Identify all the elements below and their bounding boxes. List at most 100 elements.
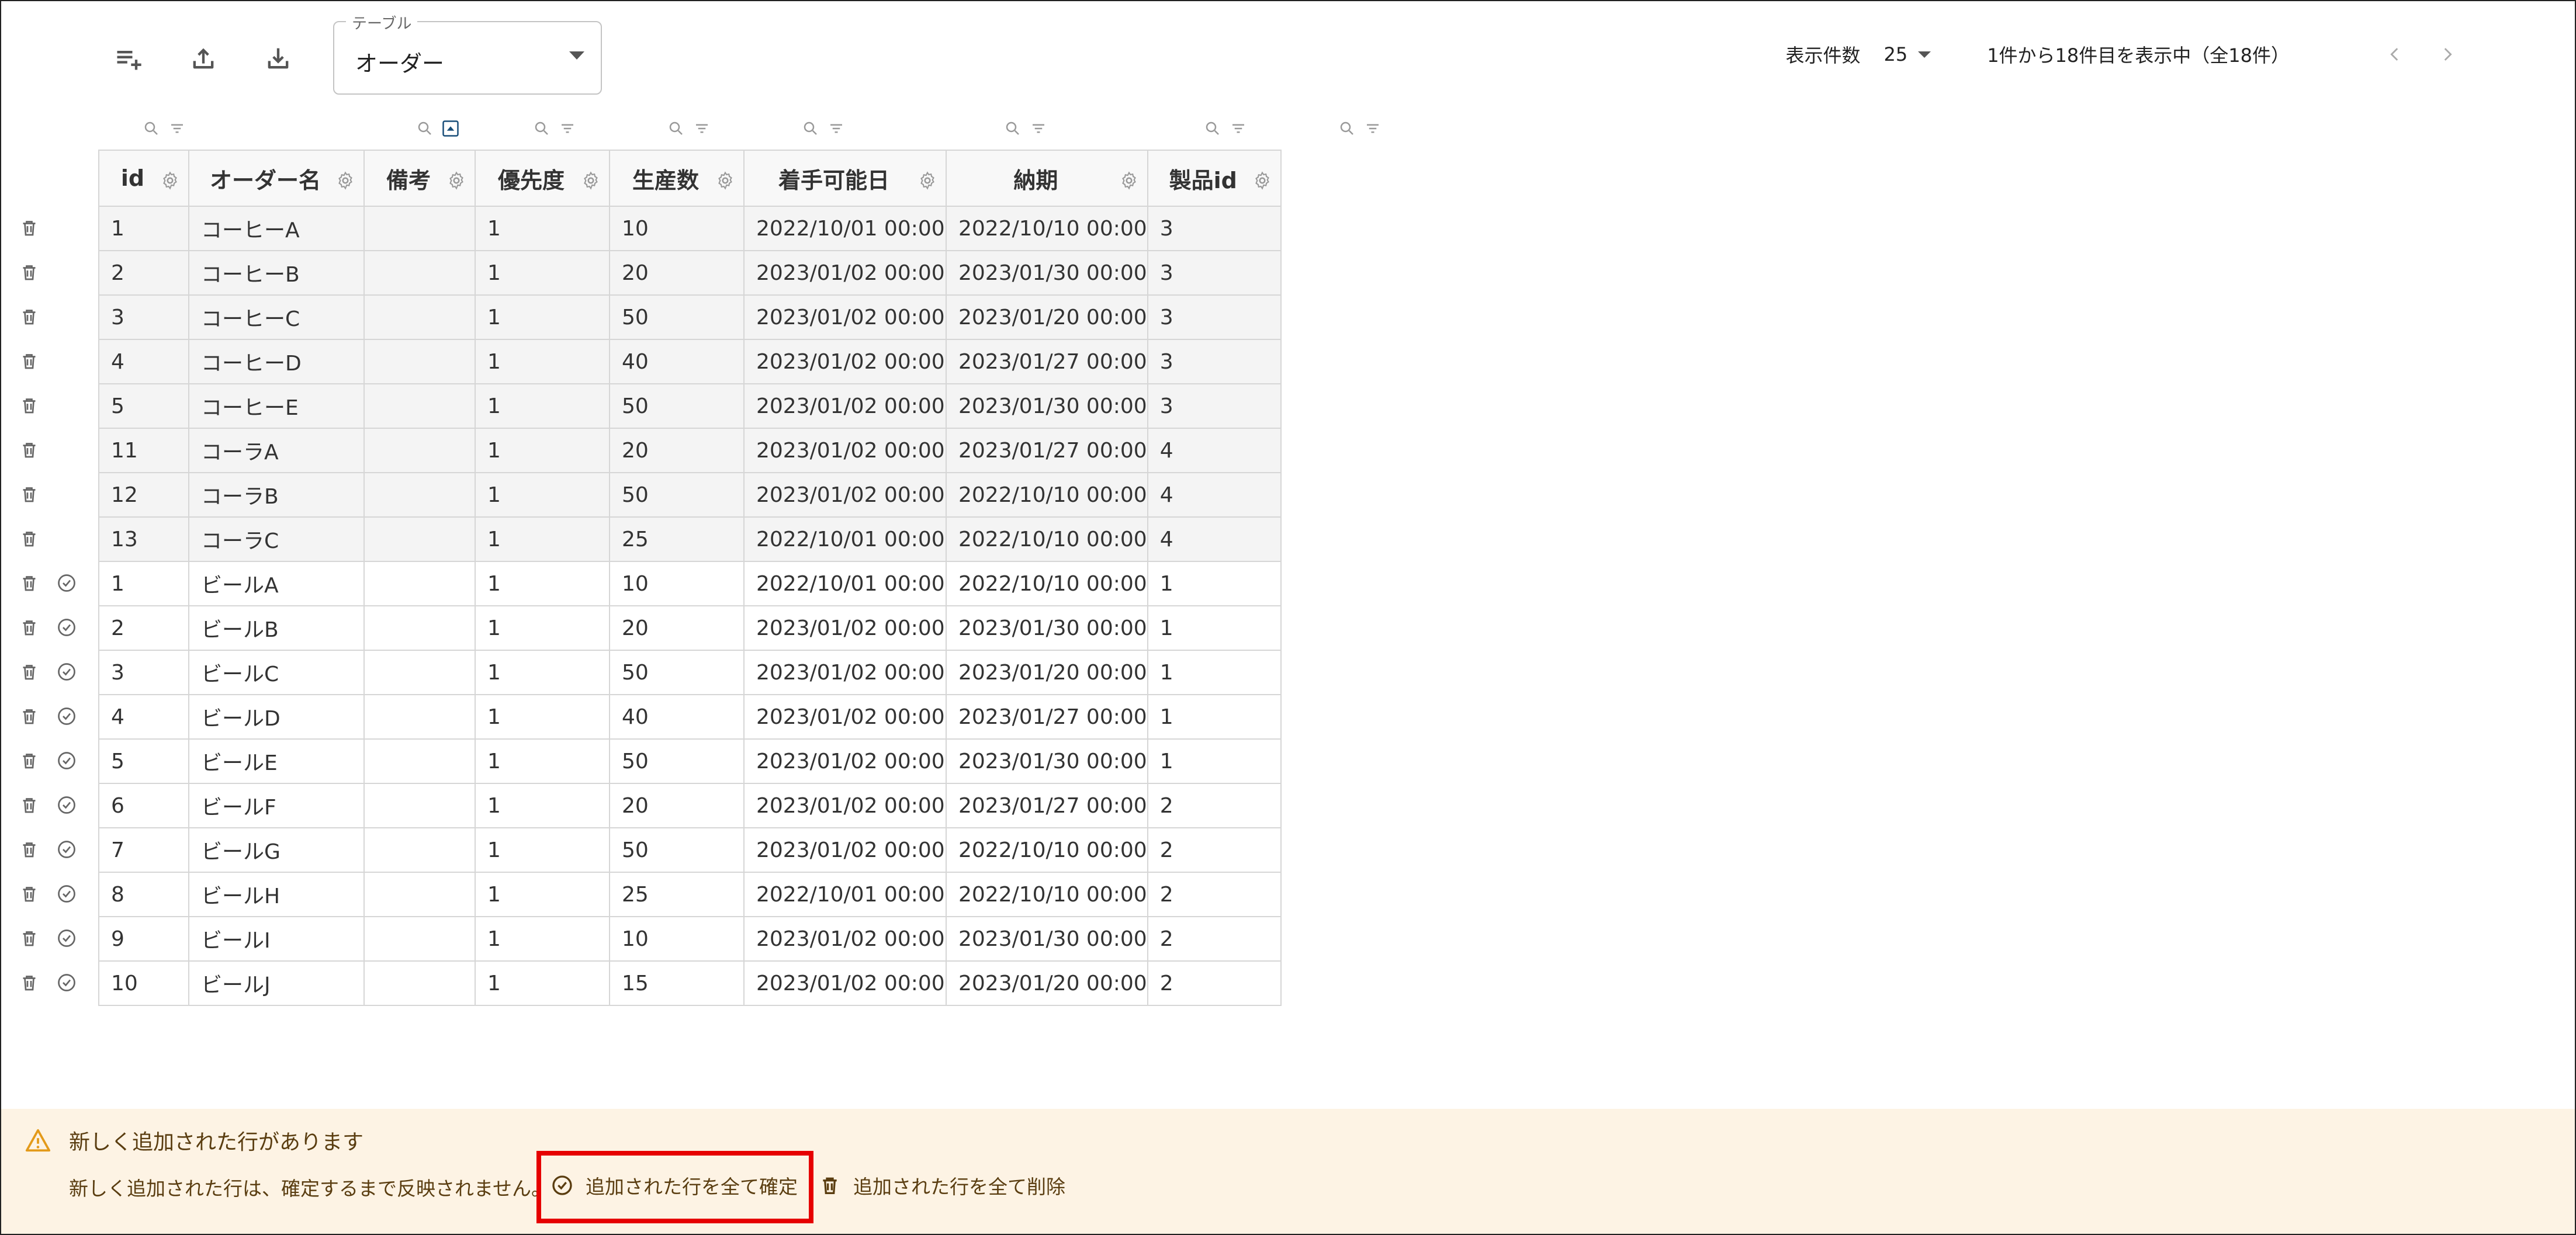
cell-priority[interactable]: 1 [475,383,610,429]
cell-priority[interactable]: 1 [475,428,610,473]
confirm-row-button[interactable] [55,616,78,639]
cell-product-id[interactable]: 3 [1147,206,1282,251]
cell-due-date[interactable]: 2023/01/27 00:00 [946,428,1148,473]
cell-qty[interactable]: 50 [609,472,745,518]
cell-note[interactable] [363,339,476,384]
cell-id[interactable]: 5 [98,738,189,784]
cell-product-id[interactable]: 2 [1147,916,1282,962]
gear-icon[interactable] [1119,171,1139,190]
cell-priority[interactable]: 1 [475,250,610,296]
cell-start-date[interactable]: 2023/01/02 00:00 [743,916,947,962]
confirm-row-button[interactable] [55,882,78,906]
cell-start-date[interactable]: 2023/01/02 00:00 [743,960,947,1006]
cell-start-date[interactable]: 2023/01/02 00:00 [743,783,947,828]
cell-product-id[interactable]: 1 [1147,694,1282,740]
cell-due-date[interactable]: 2023/01/30 00:00 [946,250,1148,296]
cell-due-date[interactable]: 2023/01/20 00:00 [946,294,1148,340]
delete-row-button[interactable] [18,660,41,684]
cell-product-id[interactable]: 2 [1147,872,1282,917]
cell-note[interactable] [363,516,476,562]
cell-note[interactable] [363,827,476,873]
cell-product-id[interactable]: 4 [1147,428,1282,473]
search-icon[interactable] [143,120,160,137]
cell-start-date[interactable]: 2022/10/01 00:00 [743,872,947,917]
cell-id[interactable]: 9 [98,916,189,962]
confirm-row-button[interactable] [55,838,78,861]
filter-icon[interactable] [168,120,186,137]
cell-note[interactable] [363,738,476,784]
cell-start-date[interactable]: 2023/01/02 00:00 [743,472,947,518]
cell-due-date[interactable]: 2022/10/10 00:00 [946,827,1148,873]
cell-priority[interactable]: 1 [475,294,610,340]
cell-qty[interactable]: 50 [609,294,745,340]
cell-qty[interactable]: 50 [609,650,745,695]
gear-icon[interactable] [160,171,180,190]
cell-start-date[interactable]: 2022/10/01 00:00 [743,561,947,606]
cell-qty[interactable]: 50 [609,383,745,429]
gear-icon[interactable] [446,171,466,190]
cell-due-date[interactable]: 2023/01/27 00:00 [946,783,1148,828]
cell-due-date[interactable]: 2023/01/20 00:00 [946,960,1148,1006]
cell-id[interactable]: 2 [98,605,189,651]
cell-id[interactable]: 2 [98,250,189,296]
cell-priority[interactable]: 1 [475,694,610,740]
confirm-row-button[interactable] [55,793,78,817]
confirm-row-button[interactable] [55,927,78,950]
cell-order-name[interactable]: ビールI [188,916,365,962]
cell-priority[interactable]: 1 [475,738,610,784]
cell-order-name[interactable]: ビールG [188,827,365,873]
filter-icon[interactable] [1364,120,1382,137]
confirm-row-button[interactable] [55,705,78,728]
cell-qty[interactable]: 20 [609,605,745,651]
cell-due-date[interactable]: 2022/10/10 00:00 [946,472,1148,518]
cell-qty[interactable]: 10 [609,916,745,962]
gear-icon[interactable] [335,171,355,190]
gear-icon[interactable] [917,171,937,190]
cell-order-name[interactable]: コーラC [188,516,365,562]
delete-row-button[interactable] [18,927,41,950]
cell-due-date[interactable]: 2023/01/27 00:00 [946,694,1148,740]
cell-id[interactable]: 1 [98,206,189,251]
cell-due-date[interactable]: 2023/01/30 00:00 [946,738,1148,784]
cell-product-id[interactable]: 2 [1147,783,1282,828]
delete-row-button[interactable] [18,793,41,817]
cell-start-date[interactable]: 2023/01/02 00:00 [743,827,947,873]
delete-row-button[interactable] [18,483,41,506]
cell-product-id[interactable]: 2 [1147,960,1282,1006]
delete-row-button[interactable] [18,438,41,462]
cell-id[interactable]: 4 [98,694,189,740]
cell-note[interactable] [363,472,476,518]
cell-note[interactable] [363,294,476,340]
cell-note[interactable] [363,960,476,1006]
cell-order-name[interactable]: ビールB [188,605,365,651]
cell-product-id[interactable]: 1 [1147,605,1282,651]
cell-order-name[interactable]: ビールF [188,783,365,828]
cell-product-id[interactable]: 3 [1147,250,1282,296]
cell-priority[interactable]: 1 [475,605,610,651]
delete-row-button[interactable] [18,616,41,639]
cell-note[interactable] [363,206,476,251]
cell-id[interactable]: 10 [98,960,189,1006]
cell-start-date[interactable]: 2023/01/02 00:00 [743,428,947,473]
cell-priority[interactable]: 1 [475,916,610,962]
cell-qty[interactable]: 10 [609,561,745,606]
cell-id[interactable]: 11 [98,428,189,473]
cell-qty[interactable]: 50 [609,827,745,873]
delete-row-button[interactable] [18,394,41,417]
cell-id[interactable]: 7 [98,827,189,873]
cell-id[interactable]: 3 [98,650,189,695]
cell-due-date[interactable]: 2023/01/20 00:00 [946,650,1148,695]
cell-note[interactable] [363,872,476,917]
cell-id[interactable]: 12 [98,472,189,518]
cell-start-date[interactable]: 2023/01/02 00:00 [743,605,947,651]
delete-row-button[interactable] [18,749,41,772]
cell-order-name[interactable]: ビールC [188,650,365,695]
column-header-start-date[interactable]: 着手可能日 [743,150,947,207]
cell-id[interactable]: 8 [98,872,189,917]
cell-due-date[interactable]: 2023/01/27 00:00 [946,339,1148,384]
cell-due-date[interactable]: 2022/10/10 00:00 [946,561,1148,606]
cell-qty[interactable]: 40 [609,339,745,384]
cell-product-id[interactable]: 1 [1147,650,1282,695]
cell-qty[interactable]: 15 [609,960,745,1006]
confirm-row-button[interactable] [55,660,78,684]
